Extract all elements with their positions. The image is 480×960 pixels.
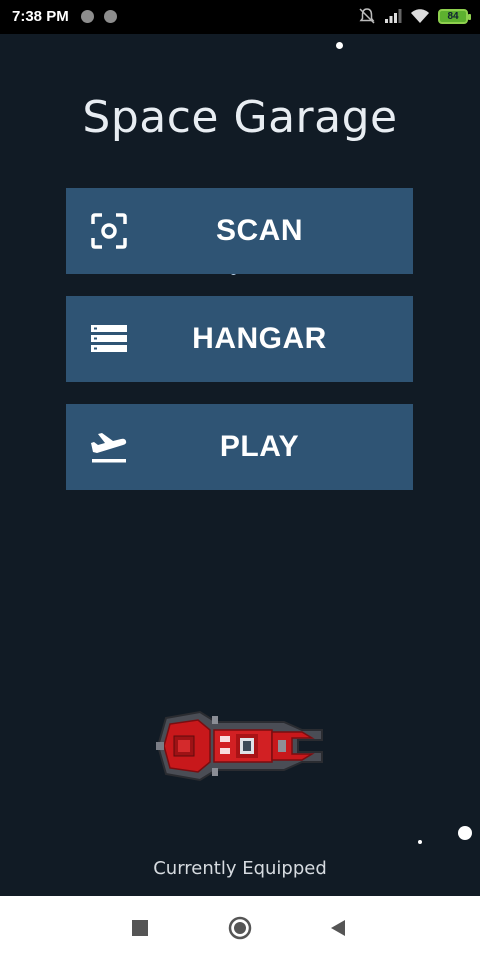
scan-button-label: SCAN bbox=[215, 214, 303, 247]
play-button-label: PLAY bbox=[219, 430, 300, 463]
signal-icon bbox=[385, 9, 402, 23]
status-time: 7:38 PM bbox=[12, 8, 69, 25]
star-dot bbox=[336, 42, 343, 49]
silent-bell-icon bbox=[359, 8, 375, 24]
equipped-ship-image bbox=[156, 710, 323, 782]
status-bar: 7:38 PM 84 bbox=[0, 0, 480, 34]
battery-icon: 84 bbox=[438, 8, 471, 24]
equipped-caption: Currently Equipped bbox=[153, 858, 327, 879]
app-title: Space Garage bbox=[82, 92, 398, 143]
scan-button[interactable]: SCAN bbox=[66, 188, 413, 274]
hangar-button-label: HANGAR bbox=[192, 322, 327, 355]
navigation-bar bbox=[0, 896, 480, 960]
home-circle-icon[interactable] bbox=[228, 916, 252, 940]
star-dot bbox=[418, 840, 422, 844]
wifi-icon bbox=[411, 9, 429, 23]
notification-dot-icon bbox=[104, 10, 117, 23]
hangar-button[interactable]: HANGAR bbox=[66, 296, 413, 382]
back-triangle-icon[interactable] bbox=[326, 916, 350, 940]
recents-square-icon[interactable] bbox=[128, 916, 152, 940]
star-dot bbox=[458, 826, 472, 840]
battery-level: 84 bbox=[447, 10, 459, 22]
app-screen: Space Garage SCAN HANGAR PLAY Currently … bbox=[0, 34, 480, 896]
play-button[interactable]: PLAY bbox=[66, 404, 413, 490]
notification-dot-icon bbox=[81, 10, 94, 23]
